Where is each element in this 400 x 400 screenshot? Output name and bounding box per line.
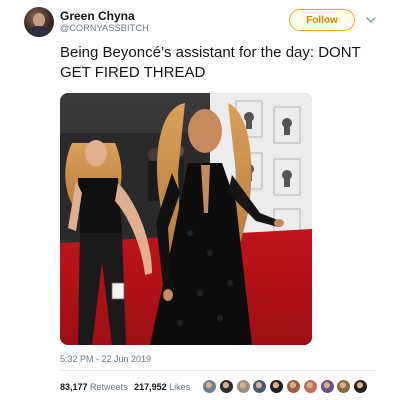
liker-avatar-1[interactable] [202, 379, 217, 394]
liker-avatar-3[interactable] [235, 379, 251, 394]
retweets-count: 83,177 [60, 382, 88, 392]
retweets-label: Retweets [90, 382, 128, 392]
liker-avatar-5[interactable] [269, 379, 285, 394]
author-display-name[interactable]: Green Chyna [60, 9, 135, 23]
tweet-card: Green Chyna @CORNYASSBITCH Follow Being … [0, 0, 400, 400]
follow-button[interactable]: Follow [289, 9, 355, 31]
chevron-down-icon[interactable] [364, 13, 378, 27]
author-handle[interactable]: @CORNYASSBITCH [60, 23, 149, 33]
liker-avatar-9[interactable] [336, 379, 352, 394]
tweet-text: Being Beyoncé’s assistant for the day: D… [60, 44, 361, 81]
liker-avatars [202, 379, 370, 395]
liker-avatar-2[interactable] [218, 379, 234, 394]
divider [60, 370, 376, 371]
retweets-stat[interactable]: 83,177 Retweets [60, 382, 128, 392]
avatar-face [33, 13, 45, 27]
avatar-body [28, 26, 50, 37]
author-avatar[interactable] [24, 7, 54, 37]
liker-avatar-8[interactable] [319, 379, 335, 394]
liker-avatar-4[interactable] [252, 379, 268, 394]
likes-label: Likes [169, 382, 191, 392]
liker-avatar-6[interactable] [285, 379, 301, 394]
engagement-stats: 83,177 Retweets 217,952 Likes [60, 382, 194, 392]
liker-avatar-7[interactable] [302, 379, 318, 394]
likes-count: 217,952 [134, 382, 167, 392]
likes-stat[interactable]: 217,952 Likes [134, 382, 190, 392]
liker-avatar-10[interactable] [353, 379, 369, 394]
tweet-photo[interactable] [60, 93, 312, 345]
tweet-timestamp[interactable]: 5:32 PM - 22 Jun 2019 [60, 354, 151, 364]
